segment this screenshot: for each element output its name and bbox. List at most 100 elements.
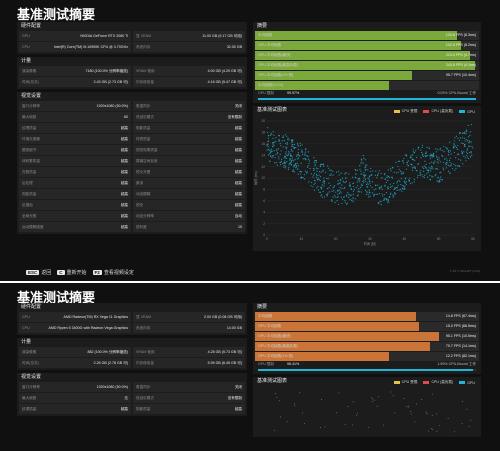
legend-item: CPU 受限 <box>393 109 417 114</box>
data-point <box>453 151 456 154</box>
data-point <box>349 194 352 197</box>
data-point <box>405 181 408 183</box>
x-axis-label: 时间 (秒) <box>364 241 377 246</box>
benchmark-summary-screen-1: 基准测试摘要 硬件配置 GPU NVIDIA GeForce RTX 2080 T… <box>0 0 500 281</box>
data-point <box>279 153 281 155</box>
data-point <box>276 148 278 150</box>
info-label: 显 VRAM <box>136 33 151 38</box>
data-point <box>364 164 367 166</box>
data-point <box>393 188 395 191</box>
data-point <box>365 168 367 170</box>
data-point <box>453 144 455 146</box>
data-point <box>266 131 268 134</box>
info-row: 材质质量 超高 <box>133 134 245 144</box>
data-point <box>267 145 269 148</box>
cpu-bound-text: 0.03% CPU-Bound 工作 <box>437 91 476 95</box>
fps-bar-value: 122.5 FPS (8.2ms) <box>445 43 476 47</box>
info-label: 动态模糊 <box>136 191 151 196</box>
data-point <box>322 170 324 172</box>
data-point <box>431 161 433 163</box>
data-point <box>380 204 382 206</box>
data-point <box>373 189 375 191</box>
data-point <box>292 139 294 141</box>
data-point <box>338 203 340 205</box>
fps-bar-label: GPU 平均帧数(最高负载) <box>258 63 298 67</box>
data-point <box>436 430 438 432</box>
data-point <box>429 170 432 172</box>
data-point <box>453 431 455 433</box>
data-point <box>344 173 346 175</box>
fps-bar-value: 12.2 FPS (82.1ms) <box>445 354 476 358</box>
data-point <box>389 176 391 178</box>
info-row: 时间(总共) 2.26 GB (2.78 GB 可) <box>19 358 131 368</box>
data-point <box>367 194 369 196</box>
data-point <box>375 170 377 172</box>
data-point <box>389 186 392 189</box>
data-point <box>286 146 288 148</box>
data-point <box>313 169 315 172</box>
data-point <box>440 171 442 173</box>
data-point <box>299 155 301 157</box>
data-point <box>466 156 468 158</box>
data-point <box>459 132 461 134</box>
data-point <box>358 181 361 183</box>
data-point <box>408 180 410 182</box>
data-point <box>313 189 316 192</box>
info-row: 运动模糊强度 超高 <box>19 222 131 232</box>
data-point <box>308 162 310 164</box>
info-label: 屏幕空间反射 <box>136 158 158 163</box>
data-point <box>330 184 332 187</box>
data-point <box>350 188 353 191</box>
data-point <box>368 176 371 178</box>
data-point <box>414 159 416 161</box>
fps-bar: GPU 平均帧数 122.5 FPS (8.2ms) <box>255 41 479 50</box>
data-point <box>376 405 378 407</box>
data-point <box>274 162 276 164</box>
data-point <box>368 178 370 180</box>
data-point <box>468 145 470 147</box>
data-point <box>424 154 426 157</box>
data-point <box>465 154 468 156</box>
data-point <box>276 396 278 398</box>
info-label: 体积雾质量 <box>22 158 40 163</box>
data-point <box>426 146 428 148</box>
info-value: 超高 <box>234 125 242 130</box>
data-point <box>302 158 304 160</box>
data-point <box>470 419 472 421</box>
fps-bar-label: GPU 平均帧数(最快) <box>258 53 291 57</box>
data-point <box>442 167 444 169</box>
data-point <box>451 168 454 170</box>
data-point <box>394 191 396 194</box>
data-point <box>468 158 470 160</box>
data-point <box>458 139 461 141</box>
data-point <box>287 139 289 141</box>
data-point <box>371 397 373 399</box>
data-point <box>287 151 290 153</box>
data-point <box>464 144 466 146</box>
gpu-bound-fill <box>258 98 476 100</box>
data-point <box>309 167 311 170</box>
info-label: VRAM 使用 <box>136 349 155 354</box>
data-point <box>339 191 342 193</box>
data-point <box>431 429 433 431</box>
data-point <box>436 413 438 415</box>
data-point <box>345 180 348 183</box>
data-point <box>439 147 441 149</box>
info-row: 纹理质量 超高 <box>19 404 131 414</box>
data-point <box>444 158 446 160</box>
data-point <box>318 178 320 180</box>
data-point <box>468 152 471 154</box>
data-point <box>457 137 459 139</box>
data-point <box>283 165 285 167</box>
data-point <box>284 146 287 148</box>
data-point <box>397 184 399 186</box>
data-point <box>362 155 364 157</box>
data-point <box>364 159 367 161</box>
data-point <box>272 137 274 140</box>
data-point <box>319 179 321 182</box>
back-hint[interactable]: ESC 返回 <box>26 269 51 276</box>
restart-hint[interactable]: C 重新开始 <box>57 269 87 276</box>
video-settings-hint[interactable]: F2 查看视频设定 <box>92 269 134 276</box>
x-tick-label: 30 <box>368 237 372 241</box>
data-point <box>340 179 342 181</box>
